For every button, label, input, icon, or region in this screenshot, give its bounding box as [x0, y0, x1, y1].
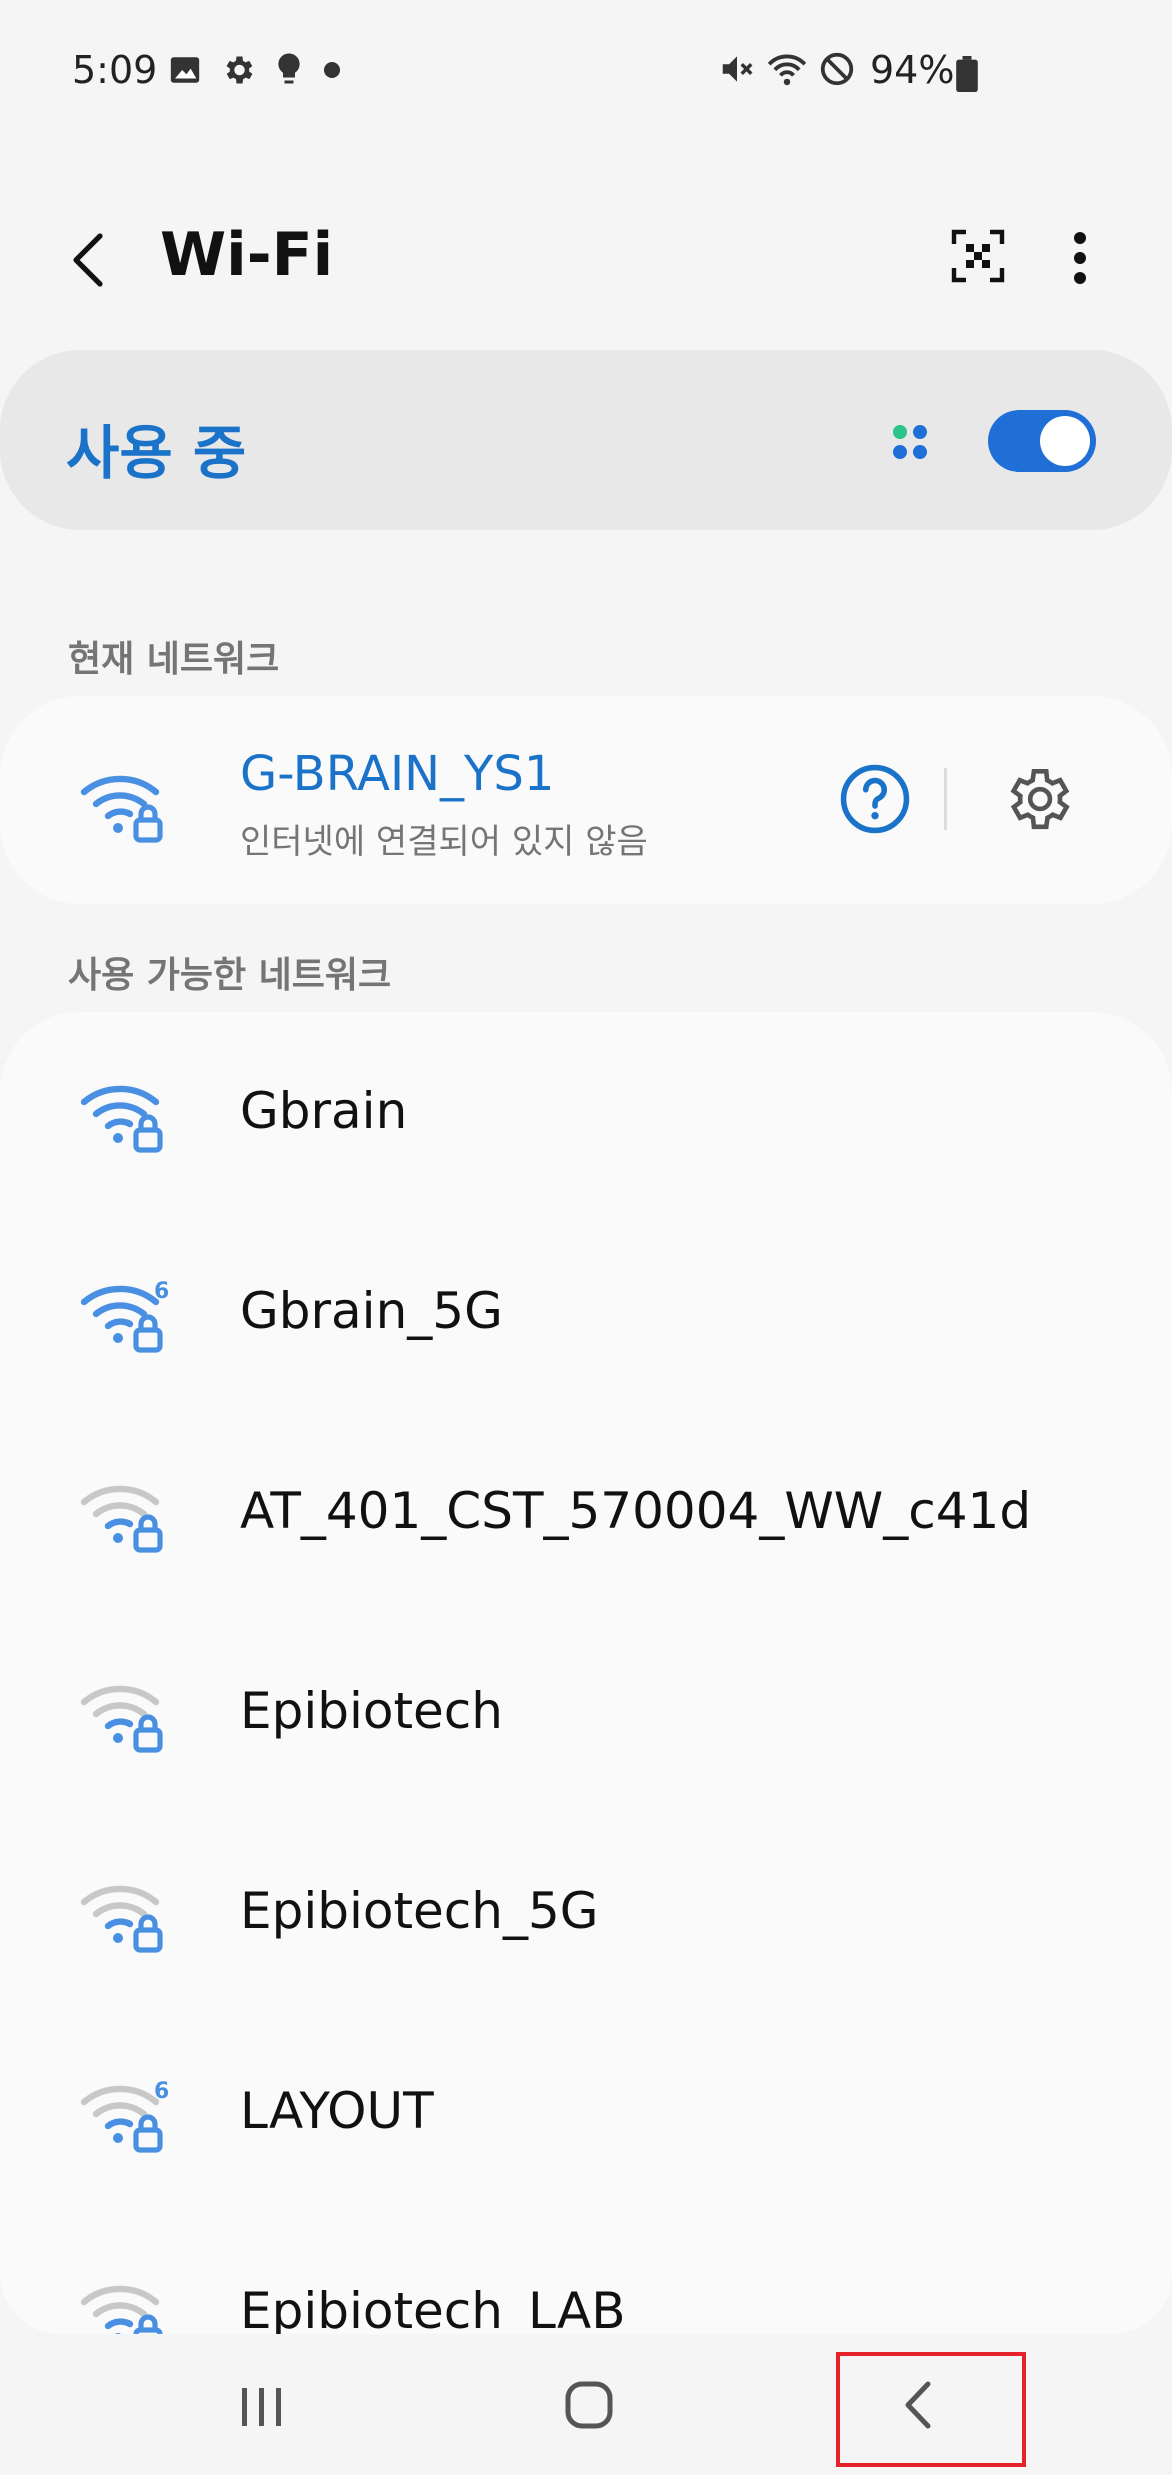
status-icons-left	[168, 52, 342, 88]
dots-icon[interactable]	[890, 422, 930, 462]
network-name: AT_401_CST_570004_WW_c41d	[240, 1482, 1032, 1540]
network-row[interactable]: Epibiotech	[0, 1612, 1172, 1812]
back-icon[interactable]	[60, 230, 120, 290]
current-network-card[interactable]: G-BRAIN_YS1 인터넷에 연결되어 있지 않음	[0, 696, 1172, 904]
network-name: Gbrain	[240, 1082, 408, 1140]
status-icons-right	[718, 50, 856, 88]
qr-code-icon[interactable]	[950, 228, 1006, 284]
network-row[interactable]: Epibiotech_5G	[0, 1812, 1172, 2012]
network-name: Epibiotech_LAB	[240, 2282, 626, 2334]
wifi-toggle-label: 사용 중	[66, 419, 247, 487]
wifi-lock-icon	[80, 775, 163, 843]
current-network-status: 인터넷에 연결되어 있지 않음	[240, 822, 648, 862]
svg-text:6: 6	[154, 2079, 168, 2104]
help-icon[interactable]	[838, 762, 912, 836]
home-icon[interactable]	[490, 2334, 690, 2475]
wifi-toggle-switch[interactable]	[988, 410, 1096, 472]
wifi-weak-lock-icon	[80, 1885, 163, 1953]
page-title: Wi-Fi	[160, 220, 334, 290]
wifi-weak-lock-icon	[80, 1685, 163, 1753]
wifi6-weak-lock-icon: 6	[80, 2079, 168, 2153]
network-row[interactable]: Gbrain	[0, 1012, 1172, 1212]
switch-knob	[1040, 416, 1090, 466]
app-bar: Wi-Fi	[0, 200, 1172, 320]
gallery-icon	[170, 57, 200, 83]
bulb-icon	[278, 53, 300, 84]
wifi-toggle-card[interactable]: 사용 중	[0, 350, 1172, 530]
wifi6-lock-icon: 6	[80, 1279, 168, 1353]
battery-percent: 94%	[870, 48, 955, 92]
network-row[interactable]: 6 Gbrain_5G	[0, 1212, 1172, 1412]
gear-icon[interactable]	[1000, 762, 1074, 836]
wifi-lock-icon	[80, 1085, 163, 1153]
block-icon	[820, 52, 854, 86]
dot-icon	[324, 62, 340, 78]
status-bar: 5:09 94%	[0, 0, 1172, 130]
wifi-weak-lock-icon	[80, 1485, 163, 1553]
network-name: LAYOUT	[240, 2082, 434, 2140]
network-row[interactable]: 6 LAYOUT	[0, 2012, 1172, 2212]
status-time: 5:09	[72, 48, 158, 92]
available-networks-list: Gbrain 6 Gbrain_5G AT_401_CST_570004_WW_…	[0, 1012, 1172, 2334]
network-name: Epibiotech_5G	[240, 1882, 599, 1940]
more-vert-icon[interactable]	[1060, 228, 1100, 288]
wifi-status-icon	[767, 54, 807, 86]
current-network-heading: 현재 네트워크	[68, 639, 280, 680]
network-name: Gbrain_5G	[240, 1282, 503, 1340]
divider	[944, 768, 947, 830]
network-row[interactable]: Epibiotech_LAB	[0, 2212, 1172, 2334]
recents-icon[interactable]	[162, 2334, 362, 2475]
svg-text:6: 6	[154, 1279, 168, 1304]
mute-icon	[722, 56, 753, 82]
current-network-name: G-BRAIN_YS1	[240, 746, 555, 802]
available-networks-heading: 사용 가능한 네트워크	[68, 955, 392, 996]
network-name: Epibiotech	[240, 1682, 503, 1740]
network-row[interactable]: AT_401_CST_570004_WW_c41d	[0, 1412, 1172, 1612]
wifi-weak-lock-icon	[80, 2285, 163, 2334]
highlight-box	[836, 2352, 1026, 2467]
battery-icon	[956, 56, 978, 92]
settings-icon	[226, 56, 253, 84]
